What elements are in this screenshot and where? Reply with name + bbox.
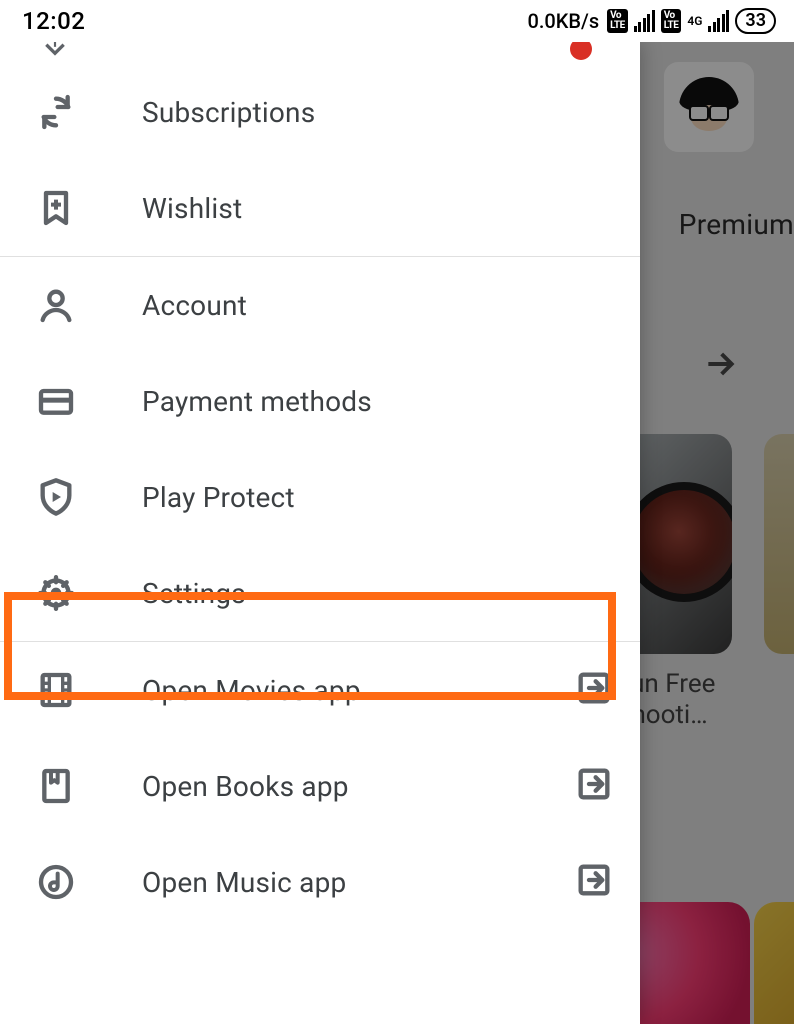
gear-icon [34, 571, 78, 615]
status-time: 12:02 [22, 7, 85, 35]
drawer-item-label: Account [142, 289, 618, 322]
app-card-4[interactable] [754, 902, 794, 1024]
drawer-item-label: Payment methods [142, 385, 618, 418]
exit-icon [574, 764, 618, 808]
drawer-item-payment-methods[interactable]: Payment methods [0, 353, 640, 449]
person-icon [34, 283, 78, 327]
bookmark-add-icon [34, 186, 78, 230]
movies-icon [34, 668, 78, 712]
music-icon [34, 860, 78, 904]
app-title-1: Fun Free Shooti… [616, 668, 776, 730]
avatar-icon [679, 77, 739, 137]
signal-bars-icon-2 [708, 10, 729, 32]
book-icon [34, 764, 78, 808]
drawer-scrolled-item[interactable] [0, 42, 640, 64]
credit-card-icon [34, 379, 78, 423]
volte-icon-2: VoLTE [661, 9, 682, 33]
drawer-item-open-music[interactable]: Open Music app [0, 834, 640, 930]
status-bar: 12:02 0.0KB/s VoLTE VoLTE 4G 33 [0, 0, 794, 42]
network-speed: 0.0KB/s [527, 9, 599, 33]
drawer-item-label: Settings [142, 577, 618, 610]
shield-play-icon [34, 475, 78, 519]
drawer-item-subscriptions[interactable]: Subscriptions [0, 64, 640, 160]
exit-icon [574, 668, 618, 712]
drawer-item-wishlist[interactable]: Wishlist [0, 160, 640, 256]
drawer-item-settings[interactable]: Settings [0, 545, 640, 641]
drawer-item-label: Open Books app [142, 770, 510, 803]
drawer-item-open-books[interactable]: Open Books app [0, 738, 640, 834]
refresh-icon [34, 90, 78, 134]
exit-icon [574, 860, 618, 904]
profile-avatar-card[interactable] [664, 62, 754, 152]
navigation-drawer: Subscriptions Wishlist Account Payment m… [0, 42, 640, 1024]
drawer-item-label: Wishlist [142, 192, 618, 225]
drawer-item-open-movies[interactable]: Open Movies app [0, 642, 640, 738]
drawer-item-account[interactable]: Account [0, 257, 640, 353]
drawer-item-label: Subscriptions [142, 96, 618, 129]
status-right: 0.0KB/s VoLTE VoLTE 4G 33 [527, 8, 776, 34]
app-card-2[interactable] [764, 434, 794, 654]
drawer-item-play-protect[interactable]: Play Protect [0, 449, 640, 545]
drawer-item-label: Open Movies app [142, 674, 510, 707]
signal-bars-icon-1 [634, 10, 655, 32]
premium-link[interactable]: Premium [679, 208, 794, 241]
drawer-item-label: Play Protect [142, 481, 618, 514]
drawer-item-label: Open Music app [142, 866, 510, 899]
battery-pill: 33 [735, 8, 776, 34]
network-type: 4G [687, 14, 702, 28]
volte-icon-1: VoLTE [607, 9, 628, 33]
arrow-right-icon[interactable] [700, 344, 740, 394]
